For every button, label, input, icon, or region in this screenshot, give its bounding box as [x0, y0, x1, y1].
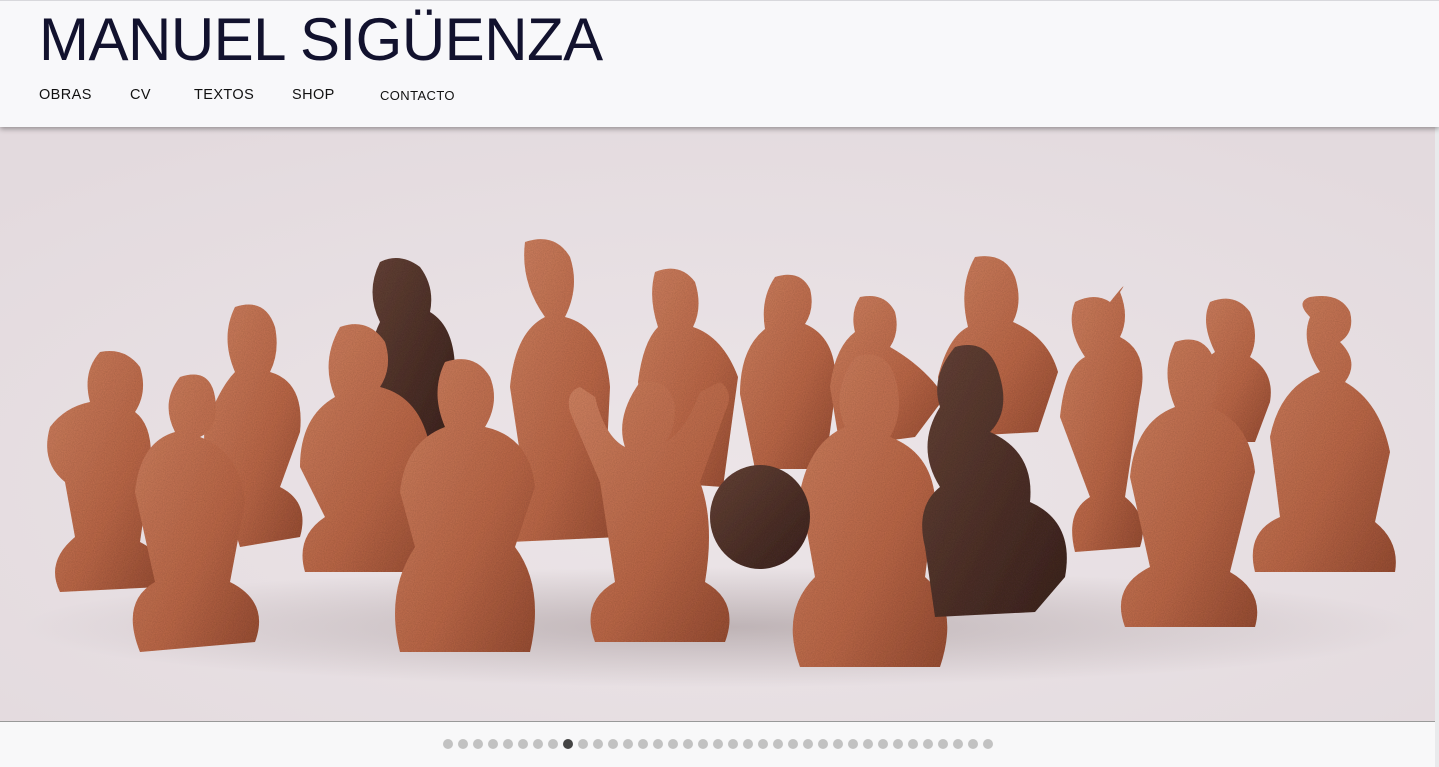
slide-dot[interactable] — [937, 739, 948, 749]
nav-item-contacto[interactable]: CONTACTO — [380, 88, 455, 103]
slide-dot[interactable] — [832, 739, 843, 749]
slide-dot[interactable] — [817, 739, 828, 749]
slide-dot[interactable] — [502, 739, 513, 749]
slide-dot[interactable] — [772, 739, 783, 749]
slide-dot[interactable] — [757, 739, 768, 749]
slide-dot[interactable] — [967, 739, 978, 749]
slide-dot[interactable] — [652, 739, 663, 749]
slide-dot[interactable] — [442, 739, 453, 749]
slide-dot[interactable] — [607, 739, 618, 749]
slide-dot[interactable] — [532, 739, 543, 749]
slide-dot[interactable] — [622, 739, 633, 749]
slide-dot[interactable] — [547, 739, 558, 749]
slide-dot[interactable] — [637, 739, 648, 749]
slide-dot[interactable] — [682, 739, 693, 749]
scrollbar-track[interactable] — [1435, 127, 1439, 767]
artwork-slideshow[interactable] — [0, 127, 1435, 721]
slider-divider — [0, 721, 1435, 722]
slide-dot[interactable] — [847, 739, 858, 749]
slide-dot[interactable] — [952, 739, 963, 749]
slide-image — [0, 127, 1435, 721]
nav-item-obras[interactable]: OBRAS — [39, 87, 92, 103]
slide-dot[interactable] — [712, 739, 723, 749]
slide-dot[interactable] — [472, 739, 483, 749]
main-nav: OBRAS CV TEXTOS SHOP CONTACTO — [0, 87, 600, 107]
slide-dot[interactable] — [727, 739, 738, 749]
slide-dot[interactable] — [787, 739, 798, 749]
slide-pagination — [0, 739, 1439, 751]
slide-dot[interactable] — [877, 739, 888, 749]
nav-item-shop[interactable]: SHOP — [292, 87, 335, 103]
nav-item-textos[interactable]: TEXTOS — [194, 87, 254, 103]
slide-dot[interactable] — [982, 739, 993, 749]
slide-dot[interactable] — [697, 739, 708, 749]
slide-dot[interactable] — [922, 739, 933, 749]
slide-dot[interactable] — [517, 739, 528, 749]
site-header: MANUEL SIGÜENZA OBRAS CV TEXTOS SHOP CON… — [0, 0, 1439, 127]
slide-dot[interactable] — [592, 739, 603, 749]
slide-dot[interactable] — [487, 739, 498, 749]
slide-dot[interactable] — [892, 739, 903, 749]
slide-dot[interactable] — [577, 739, 588, 749]
slide-dot[interactable] — [667, 739, 678, 749]
slide-dot[interactable] — [742, 739, 753, 749]
slide-dot[interactable] — [862, 739, 873, 749]
site-title[interactable]: MANUEL SIGÜENZA — [39, 5, 603, 74]
slide-dot[interactable] — [562, 739, 573, 749]
nav-item-cv[interactable]: CV — [130, 87, 151, 103]
slide-dot[interactable] — [457, 739, 468, 749]
slide-dot[interactable] — [802, 739, 813, 749]
slide-dot[interactable] — [907, 739, 918, 749]
